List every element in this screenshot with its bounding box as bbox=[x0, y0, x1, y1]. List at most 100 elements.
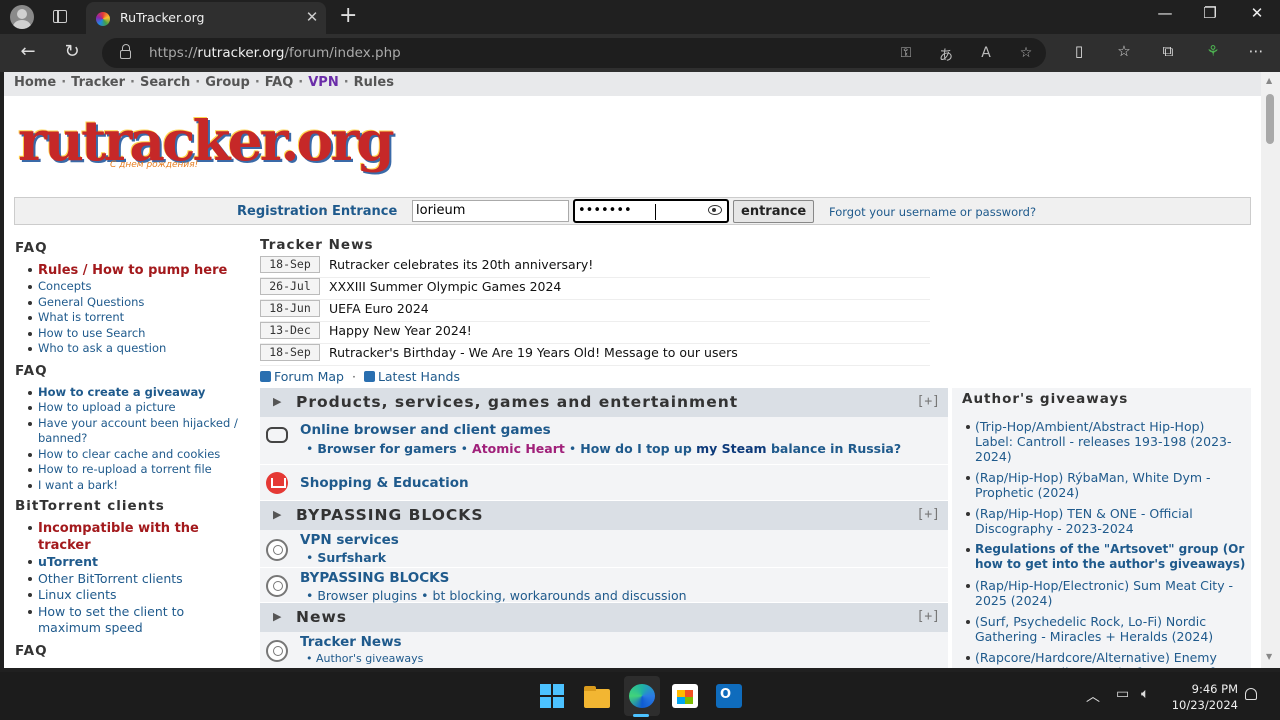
new-tab-icon[interactable]: + bbox=[339, 3, 357, 28]
sidebar-link[interactable]: Have your account been hijacked / banned… bbox=[28, 416, 251, 447]
sidebar-link[interactable]: How to upload a picture bbox=[28, 400, 251, 416]
subforum-link[interactable]: Atomic Heart bbox=[472, 441, 565, 456]
giveaway-link[interactable]: Regulations of the "Artsovet" group (Or … bbox=[966, 542, 1246, 572]
subforum-link[interactable]: How do I top up my Steam balance in Russ… bbox=[580, 441, 901, 456]
forum-link[interactable]: Online browser and client games bbox=[300, 422, 551, 438]
giveaway-link[interactable]: (Rap/Hip-Hop) TEN & ONE - Official Disco… bbox=[966, 506, 1246, 536]
expand-toggle[interactable]: [+] bbox=[917, 507, 940, 522]
sidebar-link[interactable]: Incompatible with the tracker bbox=[28, 520, 251, 554]
expand-arrow-icon[interactable]: ▶ bbox=[273, 610, 281, 623]
category-header[interactable]: ▶ Products, services, games and entertai… bbox=[260, 388, 948, 417]
lock-icon[interactable] bbox=[120, 44, 131, 59]
start-menu-icon[interactable] bbox=[540, 684, 566, 708]
subforum-link[interactable]: Browser plugins bbox=[317, 588, 417, 603]
restore-icon[interactable]: ❐ bbox=[1198, 4, 1222, 22]
split-screen-icon[interactable]: ▯ bbox=[1067, 42, 1091, 60]
sidebar-link[interactable]: Other BitTorrent clients bbox=[28, 571, 251, 588]
read-aloud-icon[interactable]: A bbox=[975, 45, 997, 61]
sidebar-link[interactable]: Rules / How to pump here bbox=[28, 262, 251, 279]
file-explorer-icon[interactable] bbox=[584, 686, 610, 708]
nav-group[interactable]: Group bbox=[205, 75, 250, 90]
nav-search[interactable]: Search bbox=[140, 75, 190, 90]
category-header[interactable]: ▶ News [+] bbox=[260, 603, 948, 632]
news-link[interactable]: Rutracker celebrates its 20th anniversar… bbox=[329, 256, 593, 277]
forum-link[interactable]: VPN services bbox=[300, 532, 399, 548]
subforum-link[interactable]: Surfshark bbox=[317, 550, 386, 565]
taskbar-clock[interactable]: 9:46 PM 10/23/2024 bbox=[1168, 681, 1238, 713]
scrollbar-thumb[interactable] bbox=[1266, 94, 1274, 144]
sidebar-link[interactable]: What is torrent bbox=[28, 310, 251, 326]
forum-link[interactable]: Tracker News bbox=[300, 634, 402, 650]
key-icon[interactable]: ⚿ bbox=[895, 45, 917, 61]
giveaway-link[interactable]: (Surf, Psychedelic Rock, Lo-Fi) Nordic G… bbox=[966, 614, 1246, 644]
sidebar-link[interactable]: Who to ask a question bbox=[28, 341, 251, 357]
sidebar-link[interactable]: How to clear cache and cookies bbox=[28, 447, 251, 463]
url-text[interactable]: https://rutracker.org/forum/index.php bbox=[149, 45, 401, 61]
collections-icon[interactable]: ⧉ bbox=[1156, 42, 1180, 60]
news-link[interactable]: XXXIII Summer Olympic Games 2024 bbox=[329, 278, 561, 299]
nav-tracker[interactable]: Tracker bbox=[71, 75, 125, 90]
close-tab-icon[interactable]: ✕ bbox=[304, 8, 320, 26]
username-input[interactable]: lorieum bbox=[412, 200, 569, 222]
sidebar-link[interactable]: Concepts bbox=[28, 279, 251, 295]
outlook-icon[interactable] bbox=[716, 684, 742, 708]
sidebar-link[interactable]: I want a bark! bbox=[28, 478, 251, 494]
tray-chevron-icon[interactable]: ︿ bbox=[1086, 686, 1100, 706]
scroll-up-icon[interactable]: ▲ bbox=[1266, 76, 1272, 85]
category-header[interactable]: ▶ BYPASSING BLOCKS [+] bbox=[260, 501, 948, 530]
notification-bell-icon[interactable] bbox=[1245, 688, 1257, 700]
favorites-icon[interactable]: ☆ bbox=[1112, 42, 1136, 60]
news-link[interactable]: Happy New Year 2024! bbox=[329, 322, 472, 343]
browser-tab[interactable]: RuTracker.org ✕ bbox=[86, 2, 326, 34]
subforum-link[interactable]: Author's giveaways bbox=[316, 652, 423, 665]
forum-map-link[interactable]: Forum Map bbox=[274, 369, 344, 384]
nav-rules[interactable]: Rules bbox=[354, 75, 394, 90]
subforum-link[interactable]: bt blocking, workarounds and discussion bbox=[433, 588, 687, 603]
expand-toggle[interactable]: [+] bbox=[917, 609, 940, 624]
more-menu-icon[interactable]: ⋯ bbox=[1244, 42, 1268, 60]
microsoft-store-icon[interactable] bbox=[672, 684, 698, 708]
registration-link[interactable]: Registration bbox=[237, 204, 328, 219]
sidebar-link[interactable]: How to use Search bbox=[28, 326, 251, 342]
site-logo[interactable]: rutracker.org С днем рождения! bbox=[18, 108, 395, 182]
profile-avatar-icon[interactable] bbox=[10, 5, 34, 29]
entrance-button[interactable]: entrance bbox=[733, 200, 815, 223]
network-icon[interactable]: ▭ bbox=[1116, 686, 1129, 702]
giveaway-link[interactable]: (Rapcore/Hardcore/Alternative) Enemy Dow… bbox=[966, 650, 1246, 668]
subforum-link[interactable]: Browser for gamers bbox=[317, 441, 456, 456]
latest-hands-link[interactable]: Latest Hands bbox=[378, 369, 460, 384]
sidebar-link[interactable]: How to set the client to maximum speed bbox=[28, 604, 251, 637]
show-password-icon[interactable] bbox=[708, 205, 722, 215]
forum-link[interactable]: BYPASSING BLOCKS bbox=[300, 570, 449, 586]
window-close-icon[interactable]: ✕ bbox=[1245, 4, 1269, 22]
sidebar-link[interactable]: General Questions bbox=[28, 295, 251, 311]
refresh-icon[interactable]: ↻ bbox=[60, 41, 84, 62]
giveaway-link[interactable]: (Rap/Hip-Hop/Electronic) Sum Meat City -… bbox=[966, 578, 1246, 608]
giveaway-link[interactable]: (Rap/Hip-Hop) RýbaMan, White Dym - Proph… bbox=[966, 470, 1246, 500]
expand-arrow-icon[interactable]: ▶ bbox=[273, 508, 281, 521]
nav-home[interactable]: Home bbox=[14, 75, 56, 90]
extension-icon[interactable]: ⚘ bbox=[1201, 42, 1225, 60]
nav-vpn[interactable]: VPN bbox=[308, 75, 338, 90]
favorite-star-icon[interactable]: ☆ bbox=[1015, 45, 1037, 61]
news-link[interactable]: UEFA Euro 2024 bbox=[329, 300, 429, 321]
entrance-link[interactable]: Entrance bbox=[332, 204, 397, 219]
expand-toggle[interactable]: [+] bbox=[917, 394, 940, 409]
expand-arrow-icon[interactable]: ▶ bbox=[273, 395, 281, 408]
page-scrollbar[interactable]: ▲ ▼ bbox=[1261, 72, 1280, 668]
volume-icon[interactable]: 🔈︎ bbox=[1141, 686, 1149, 702]
translate-icon[interactable]: あ bbox=[935, 45, 957, 65]
forum-link[interactable]: Shopping & Education bbox=[300, 475, 469, 491]
nav-faq[interactable]: FAQ bbox=[265, 75, 294, 90]
sidebar-link[interactable]: How to create a giveaway bbox=[28, 385, 251, 401]
forgot-password-link[interactable]: Forgot your username or password? bbox=[829, 205, 1036, 219]
back-icon[interactable]: ← bbox=[16, 41, 40, 62]
minimize-icon[interactable]: — bbox=[1153, 4, 1177, 22]
sidebar-link[interactable]: How to re-upload a torrent file bbox=[28, 462, 251, 478]
password-input[interactable]: ••••••• bbox=[573, 199, 729, 223]
news-link[interactable]: Rutracker's Birthday - We Are 19 Years O… bbox=[329, 344, 738, 365]
scroll-down-icon[interactable]: ▼ bbox=[1266, 652, 1272, 661]
url-bar[interactable]: https://rutracker.org/forum/index.php ⚿ … bbox=[102, 38, 1046, 68]
tab-actions-icon[interactable] bbox=[53, 10, 67, 23]
edge-browser-icon[interactable] bbox=[629, 684, 655, 708]
